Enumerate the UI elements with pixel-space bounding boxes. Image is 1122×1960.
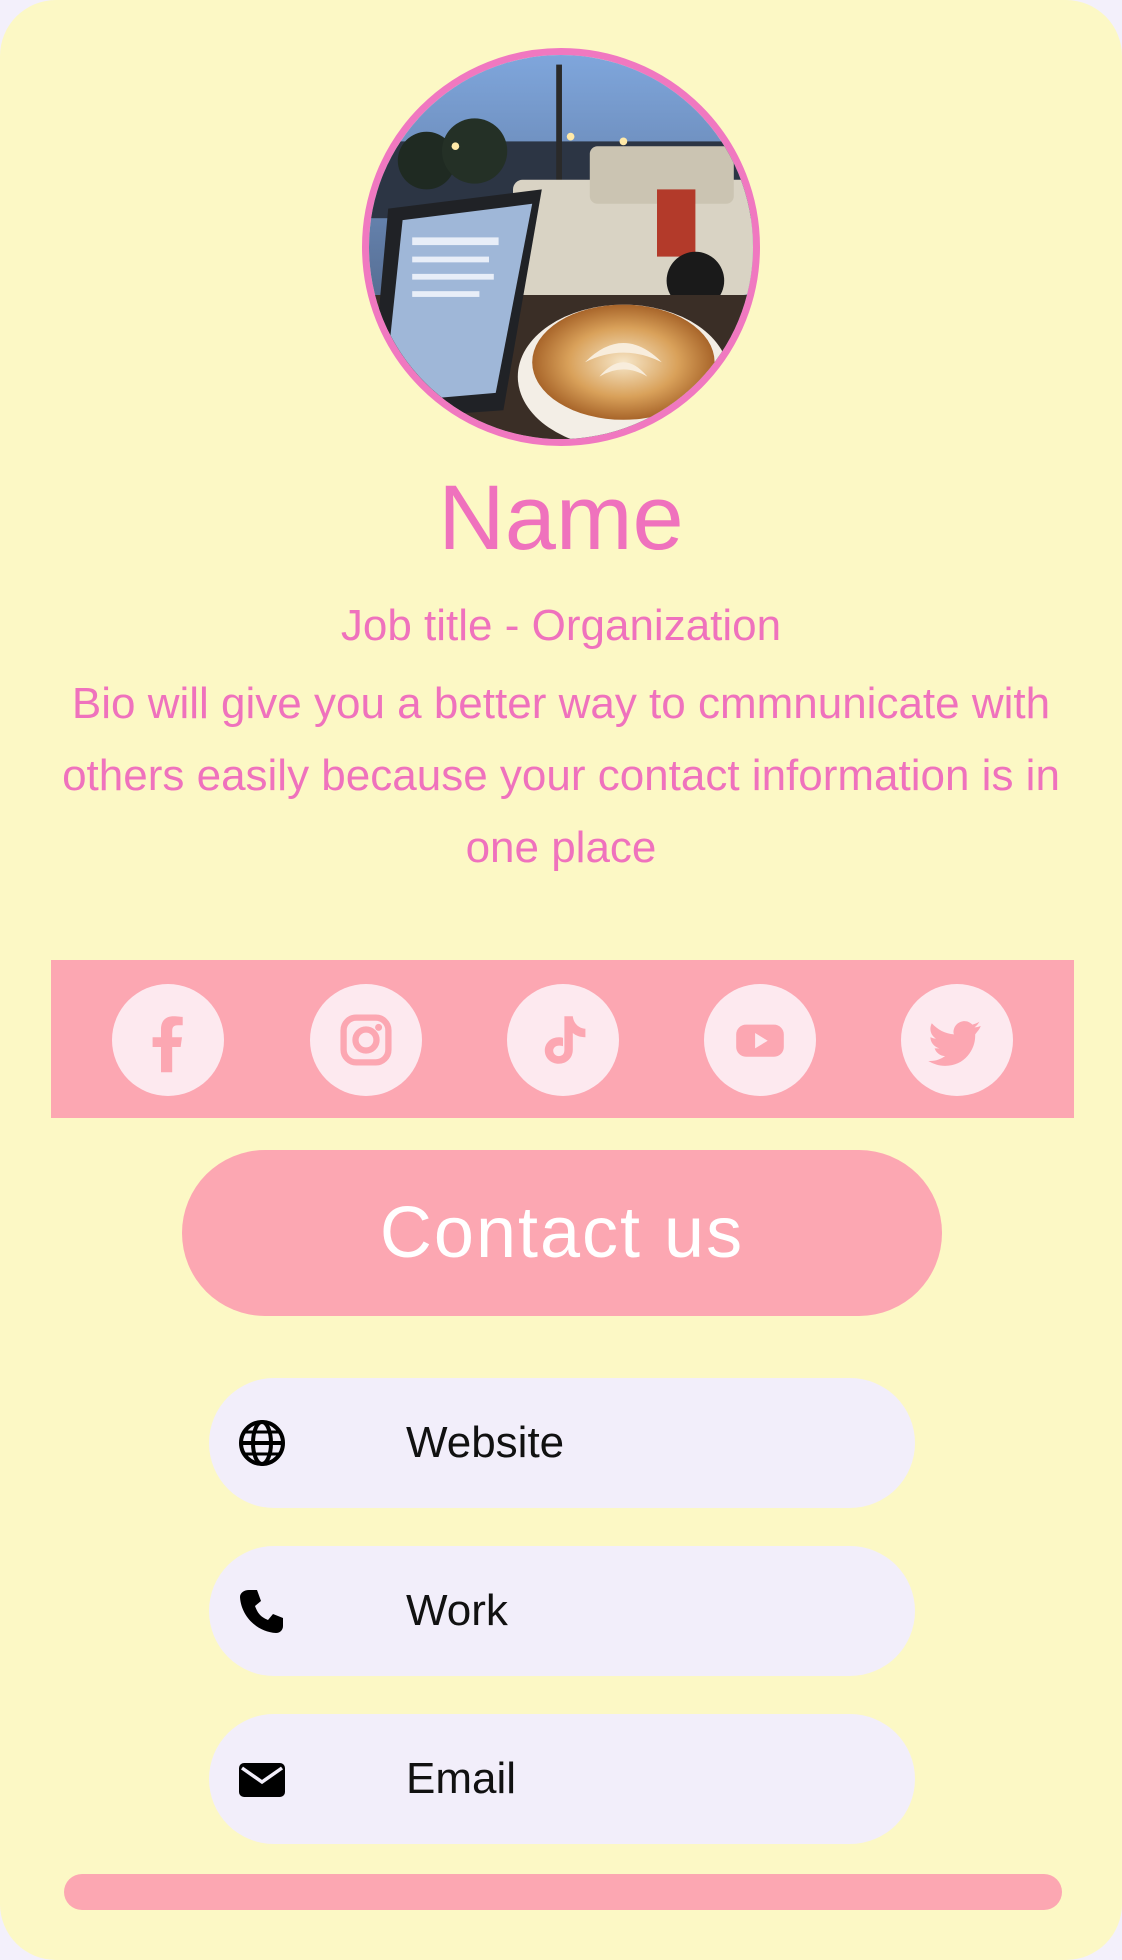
globe-icon (237, 1418, 287, 1468)
twitter-icon (928, 1021, 981, 1066)
footer-bar (64, 1874, 1062, 1910)
profile-name: Name (438, 467, 684, 569)
envelope-icon (237, 1754, 287, 1804)
work-label: Work (406, 1586, 508, 1635)
youtube-button[interactable] (704, 984, 816, 1096)
instagram-icon (340, 1014, 392, 1066)
social-links-bar (51, 960, 1074, 1118)
website-label: Website (406, 1418, 565, 1467)
work-phone-link[interactable]: Work (209, 1546, 915, 1676)
bio-text: Bio will give you a better way to cmmnun… (62, 679, 1060, 872)
website-link[interactable]: Website (209, 1378, 915, 1508)
youtube-icon (736, 1024, 784, 1057)
profile-card: Name Job title - Organization Bio will g… (0, 0, 1122, 1960)
tiktok-icon (544, 1016, 586, 1064)
email-label: Email (406, 1754, 517, 1803)
facebook-icon (152, 1016, 183, 1073)
tiktok-button[interactable] (507, 984, 619, 1096)
instagram-button[interactable] (310, 984, 422, 1096)
twitter-button[interactable] (901, 984, 1013, 1096)
email-link[interactable]: Email (209, 1714, 915, 1844)
contact-us-button[interactable]: Contact us (182, 1150, 942, 1316)
job-title: Job title - Organization (340, 601, 782, 650)
phone-icon (237, 1586, 287, 1636)
facebook-button[interactable] (112, 984, 224, 1096)
profile-photo-image (369, 55, 753, 439)
profile-photo (362, 48, 760, 446)
